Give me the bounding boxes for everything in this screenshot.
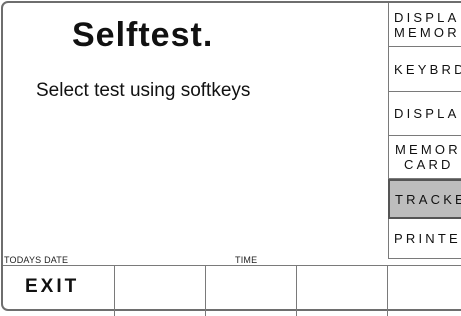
selftest-screen: Selftest. Select test using softkeys DIS…	[1, 1, 461, 316]
page-title: Selftest.	[72, 16, 214, 54]
exit-button[interactable]: EXIT	[3, 266, 115, 316]
softkey-display[interactable]: DISPLA	[389, 92, 461, 136]
softkey-label-line: DISPLA	[394, 106, 460, 121]
softkey-tracker[interactable]: TRACKE	[388, 179, 461, 219]
bottom-softkey-4[interactable]	[297, 266, 388, 316]
softkey-column: DISPLA MEMOR KEYBRD DISPLA MEMOR CARD TR…	[388, 3, 461, 259]
softkey-keyboard[interactable]: KEYBRD	[389, 47, 461, 92]
softkey-label-line: KEYBRD	[394, 61, 461, 77]
softkey-printer[interactable]: PRINTE	[389, 219, 461, 259]
todays-date-label: TODAYS DATE	[4, 255, 69, 265]
time-label: TIME	[235, 255, 258, 265]
exit-label: EXIT	[25, 276, 80, 297]
softkey-memory-card[interactable]: MEMOR CARD	[389, 136, 461, 179]
bottom-softkey-3[interactable]	[206, 266, 297, 316]
bottom-softkey-row: EXIT	[3, 265, 461, 316]
softkey-label-line: TRACKE	[395, 191, 461, 207]
softkey-label-line: DISPLA	[394, 9, 460, 25]
softkey-label-line: MEMOR	[395, 142, 461, 157]
softkey-label-line: MEMOR	[394, 24, 460, 40]
instruction-text: Select test using softkeys	[36, 80, 251, 101]
softkey-display-memory[interactable]: DISPLA MEMOR	[389, 3, 461, 47]
bottom-softkey-5[interactable]	[388, 266, 461, 316]
softkey-label-line: CARD	[404, 157, 454, 172]
softkey-label-line: PRINTE	[394, 231, 461, 246]
bottom-softkey-2[interactable]	[115, 266, 206, 316]
